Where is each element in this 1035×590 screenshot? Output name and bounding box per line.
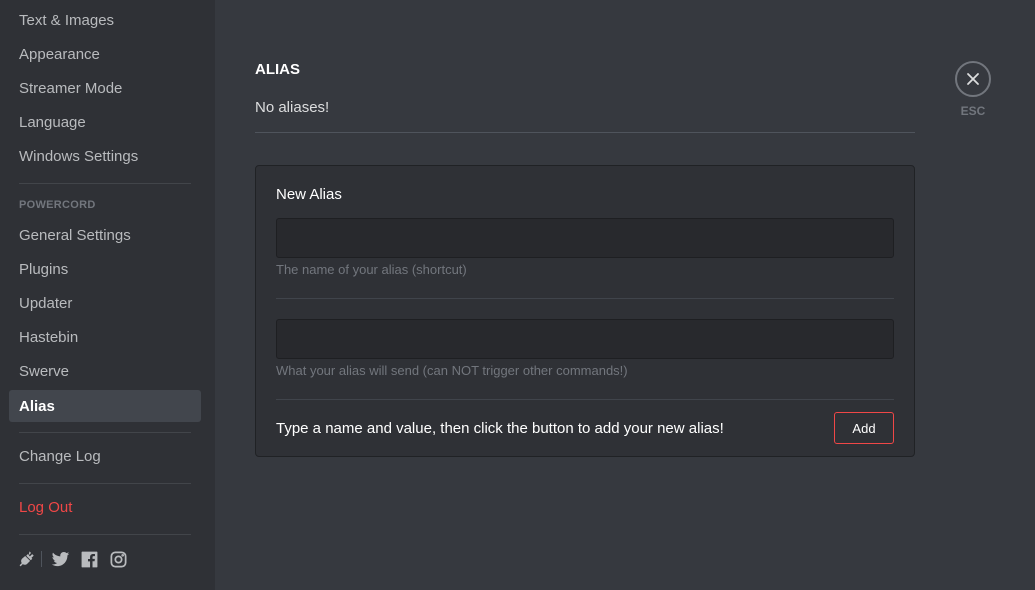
settings-content: ALIAS No aliases! New Alias The name of … [215,0,1035,590]
esc-label: ESC [960,104,986,118]
sidebar-item-swerve[interactable]: Swerve [9,355,201,387]
sidebar-separator [19,432,191,433]
sidebar-item-updater[interactable]: Updater [9,287,201,319]
card-divider [276,298,894,299]
sidebar-item-streamer-mode[interactable]: Streamer Mode [9,72,201,104]
alias-name-hint: The name of your alias (shortcut) [276,262,467,277]
new-alias-card: New Alias The name of your alias (shortc… [255,165,915,457]
new-alias-title: New Alias [276,186,342,203]
add-alias-instructions: Type a name and value, then click the bu… [276,420,724,437]
sidebar-separator [19,483,191,484]
sidebar-item-alias[interactable]: Alias [9,390,201,422]
close-icon [967,73,979,85]
sidebar-item-language[interactable]: Language [9,106,201,138]
facebook-icon[interactable] [79,549,99,569]
social-divider [41,551,42,567]
close-control: ESC [955,61,991,118]
sidebar-item-text-images[interactable]: Text & Images [9,4,201,36]
alias-command-input[interactable] [276,319,894,359]
sidebar-item-general-settings[interactable]: General Settings [9,219,201,251]
sidebar-item-windows-settings[interactable]: Windows Settings [9,140,201,172]
alias-name-input[interactable] [276,218,894,258]
sidebar-item-change-log[interactable]: Change Log [9,440,201,472]
sidebar-item-plugins[interactable]: Plugins [9,253,201,285]
sidebar-separator [19,183,191,184]
alias-command-hint: What your alias will send (can NOT trigg… [276,363,628,378]
empty-aliases-message: No aliases! [255,99,330,116]
settings-sidebar: Text & Images Appearance Streamer Mode L… [0,0,215,590]
close-button[interactable] [955,61,991,97]
instagram-icon[interactable] [108,549,128,569]
sidebar-separator [19,534,191,535]
sidebar-item-appearance[interactable]: Appearance [9,38,201,70]
add-alias-button[interactable]: Add [834,412,894,444]
sidebar-item-log-out[interactable]: Log Out [9,491,201,523]
page-title: ALIAS [255,61,300,78]
sidebar-item-hastebin[interactable]: Hastebin [9,321,201,353]
social-links [16,549,128,569]
plug-icon[interactable] [16,549,36,569]
twitter-icon[interactable] [50,549,70,569]
sidebar-section-header: POWERCORD [19,199,96,211]
card-divider [276,399,894,400]
section-divider [255,132,915,133]
